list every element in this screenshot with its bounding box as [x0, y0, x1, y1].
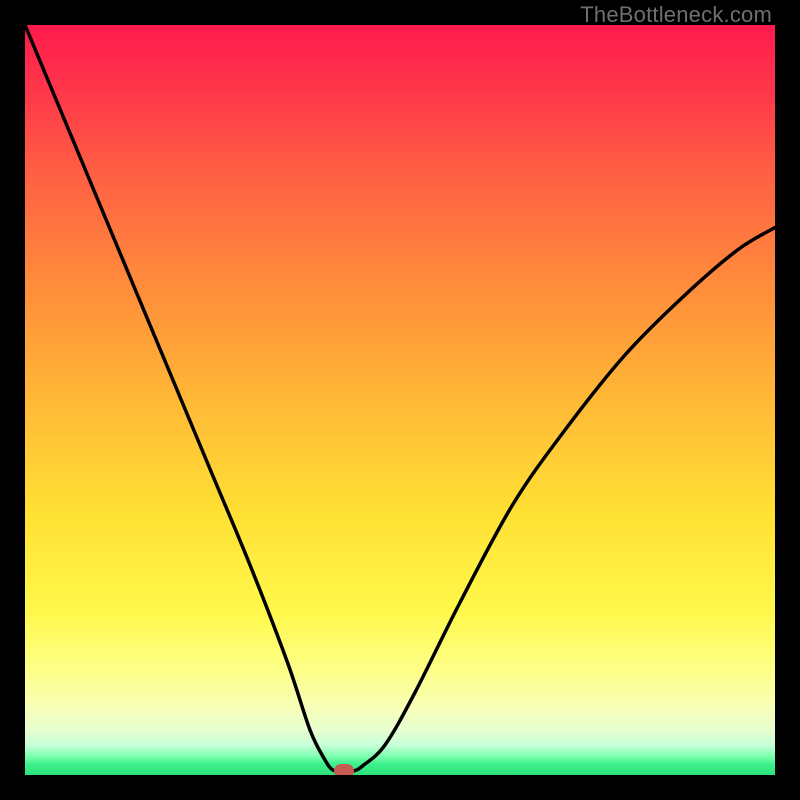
plot-area: [25, 25, 775, 775]
bottleneck-curve: [25, 25, 775, 775]
optimal-marker: [334, 764, 354, 775]
watermark-text: TheBottleneck.com: [580, 2, 772, 28]
chart-frame: TheBottleneck.com: [0, 0, 800, 800]
